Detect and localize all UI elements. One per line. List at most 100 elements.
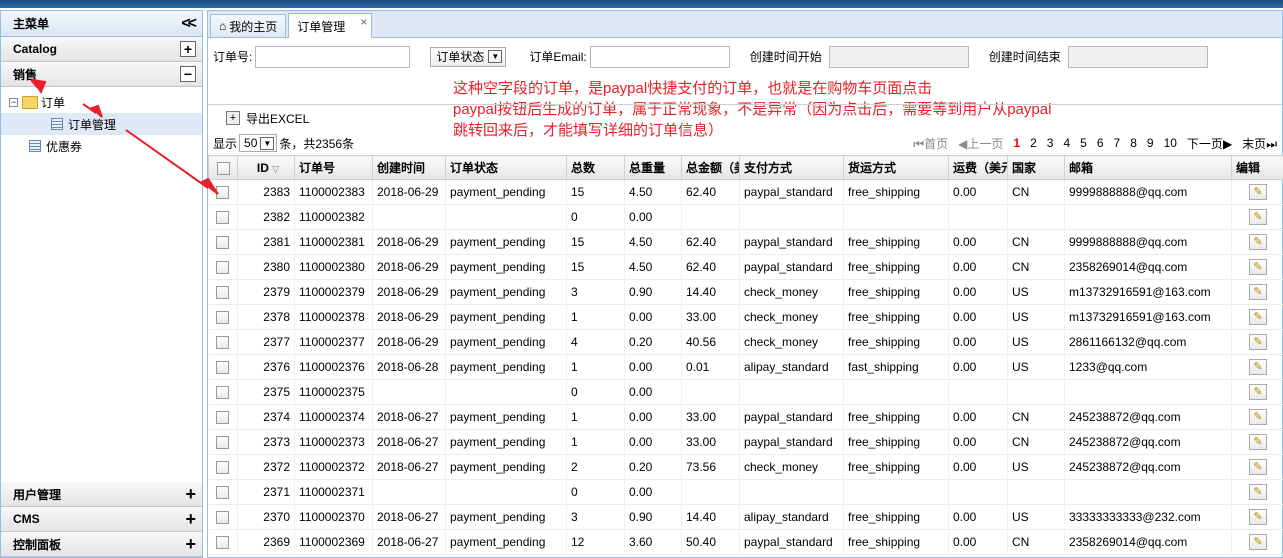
table-row[interactable]: 2370 1100002370 2018-06-27 payment_pending 3… — [208, 504, 1283, 530]
column-header[interactable]: 编辑 — [1231, 155, 1283, 180]
row-checkbox[interactable] — [216, 461, 230, 475]
double-chevron-left-icon[interactable]: << — [181, 15, 197, 33]
page-link-7[interactable]: 7 — [1114, 136, 1121, 150]
edit-pencil-icon[interactable]: ✎ — [1249, 184, 1267, 200]
export-excel-button[interactable]: + 导出EXCEL — [226, 110, 309, 127]
edit-pencil-icon[interactable]: ✎ — [1249, 359, 1267, 375]
tree-node-orders[interactable]: − 订单 — [1, 91, 202, 113]
expand-plus-icon[interactable]: + — [185, 534, 196, 555]
row-checkbox[interactable] — [216, 286, 230, 300]
column-header[interactable]: 货运方式 — [843, 155, 949, 180]
created-end-input[interactable] — [1067, 45, 1208, 68]
page-link-1[interactable]: 1 — [1013, 136, 1020, 150]
prev-page-link[interactable]: ◀上一页 — [958, 135, 1003, 152]
last-page-link[interactable]: 末页⏭ — [1242, 135, 1277, 152]
row-checkbox[interactable] — [216, 311, 230, 325]
expand-plus-icon[interactable]: + — [185, 484, 196, 505]
edit-pencil-icon[interactable]: ✎ — [1249, 534, 1267, 550]
edit-pencil-icon[interactable]: ✎ — [1249, 284, 1267, 300]
table-row[interactable]: 2369 1100002369 2018-06-27 payment_pending 1… — [208, 529, 1283, 555]
table-row[interactable]: 2371 1100002371 0 0.00 ✎ — [208, 479, 1283, 505]
row-checkbox[interactable] — [216, 236, 230, 250]
tree-collapse-icon[interactable]: − — [9, 97, 18, 107]
table-cell — [372, 479, 446, 505]
column-header[interactable]: 订单号 — [294, 155, 373, 180]
edit-pencil-icon[interactable]: ✎ — [1249, 309, 1267, 325]
edit-pencil-icon[interactable]: ✎ — [1249, 509, 1267, 525]
order-no-input[interactable] — [255, 45, 411, 68]
edit-pencil-icon[interactable]: ✎ — [1249, 384, 1267, 400]
column-header[interactable]: 总重量 — [624, 155, 682, 180]
table-row[interactable]: 2379 1100002379 2018-06-29 payment_pending 3… — [208, 279, 1283, 305]
table-row[interactable]: 2376 1100002376 2018-06-28 payment_pending 1… — [208, 354, 1283, 380]
column-header[interactable]: 支付方式 — [739, 155, 844, 180]
table-row[interactable]: 2372 1100002372 2018-06-27 payment_pending 2… — [208, 454, 1283, 480]
first-page-link[interactable]: ⏮首页 — [913, 135, 948, 152]
table-row[interactable]: 2374 1100002374 2018-06-27 payment_pending 1… — [208, 404, 1283, 430]
edit-pencil-icon[interactable]: ✎ — [1249, 484, 1267, 500]
column-header[interactable]: 订单状态 — [445, 155, 567, 180]
sidebar-section-control-panel[interactable]: 控制面板 + — [1, 532, 202, 557]
edit-pencil-icon[interactable]: ✎ — [1249, 334, 1267, 350]
sidebar-section-user-management[interactable]: 用户管理 + — [1, 482, 202, 507]
row-checkbox[interactable] — [216, 436, 230, 450]
row-checkbox[interactable] — [216, 186, 230, 200]
table-row[interactable]: 2380 1100002380 2018-06-29 payment_pending 1… — [208, 254, 1283, 280]
table-row[interactable]: 2373 1100002373 2018-06-27 payment_pending 1… — [208, 429, 1283, 455]
page-link-8[interactable]: 8 — [1130, 136, 1137, 150]
edit-pencil-icon[interactable]: ✎ — [1249, 434, 1267, 450]
tree-node-order-management[interactable]: 订单管理 — [1, 113, 202, 135]
row-checkbox[interactable] — [216, 211, 230, 225]
row-checkbox[interactable] — [216, 511, 230, 525]
table-row[interactable]: 2377 1100002377 2018-06-29 payment_pending 4… — [208, 329, 1283, 355]
tab-home[interactable]: ⌂ 我的主页 — [210, 14, 287, 37]
page-size-select[interactable]: 50 ▼ — [239, 134, 278, 152]
column-header[interactable]: 总金额（美 — [681, 155, 740, 180]
expand-plus-icon[interactable]: + — [185, 509, 196, 530]
tree-node-coupons[interactable]: 优惠券 — [1, 135, 202, 157]
column-header[interactable]: ID ▽ — [237, 155, 295, 180]
page-link-10[interactable]: 10 — [1164, 136, 1177, 150]
page-link-3[interactable]: 3 — [1047, 136, 1054, 150]
edit-pencil-icon[interactable]: ✎ — [1249, 409, 1267, 425]
row-checkbox[interactable] — [216, 411, 230, 425]
edit-pencil-icon[interactable]: ✎ — [1249, 234, 1267, 250]
collapse-minus-icon[interactable]: − — [180, 66, 196, 82]
expand-plus-icon[interactable]: + — [180, 41, 196, 57]
edit-pencil-icon[interactable]: ✎ — [1249, 259, 1267, 275]
table-row[interactable]: 2378 1100002378 2018-06-29 payment_pending 1… — [208, 304, 1283, 330]
table-row[interactable]: 2381 1100002381 2018-06-29 payment_pending 1… — [208, 229, 1283, 255]
page-link-5[interactable]: 5 — [1080, 136, 1087, 150]
table-row[interactable]: 2382 1100002382 0 0.00 ✎ — [208, 204, 1283, 230]
sidebar-section-cms[interactable]: CMS + — [1, 507, 202, 532]
page-link-9[interactable]: 9 — [1147, 136, 1154, 150]
select-all-checkbox[interactable] — [216, 161, 230, 175]
table-row[interactable]: 2375 1100002375 0 0.00 ✎ — [208, 379, 1283, 405]
page-link-2[interactable]: 2 — [1030, 136, 1037, 150]
edit-pencil-icon[interactable]: ✎ — [1249, 209, 1267, 225]
row-checkbox[interactable] — [216, 536, 230, 550]
table-cell: 0.00 — [948, 429, 1008, 455]
column-header[interactable]: 邮箱 — [1064, 155, 1232, 180]
row-checkbox[interactable] — [216, 361, 230, 375]
email-input[interactable] — [589, 45, 730, 68]
sidebar-section-catalog[interactable]: Catalog + — [1, 37, 202, 62]
order-status-select[interactable]: 订单状态 ▼ — [430, 46, 507, 67]
row-checkbox[interactable] — [216, 486, 230, 500]
sidebar-section-sales[interactable]: 销售 − — [1, 62, 202, 87]
column-header[interactable]: 运费（美元 — [948, 155, 1008, 180]
row-checkbox[interactable] — [216, 261, 230, 275]
row-checkbox[interactable] — [216, 336, 230, 350]
tab-order-management[interactable]: 订单管理 × — [288, 13, 373, 38]
table-row[interactable]: 2383 1100002383 2018-06-29 payment_pending 1… — [208, 179, 1283, 205]
page-link-4[interactable]: 4 — [1063, 136, 1070, 150]
row-checkbox[interactable] — [216, 386, 230, 400]
column-header[interactable]: 国家 — [1007, 155, 1065, 180]
close-icon[interactable]: × — [360, 15, 367, 29]
edit-pencil-icon[interactable]: ✎ — [1249, 459, 1267, 475]
created-start-input[interactable] — [828, 45, 969, 68]
next-page-link[interactable]: 下一页▶ — [1187, 135, 1232, 152]
column-header[interactable]: 创建时间 — [372, 155, 446, 180]
column-header[interactable]: 总数 — [566, 155, 625, 180]
page-link-6[interactable]: 6 — [1097, 136, 1104, 150]
